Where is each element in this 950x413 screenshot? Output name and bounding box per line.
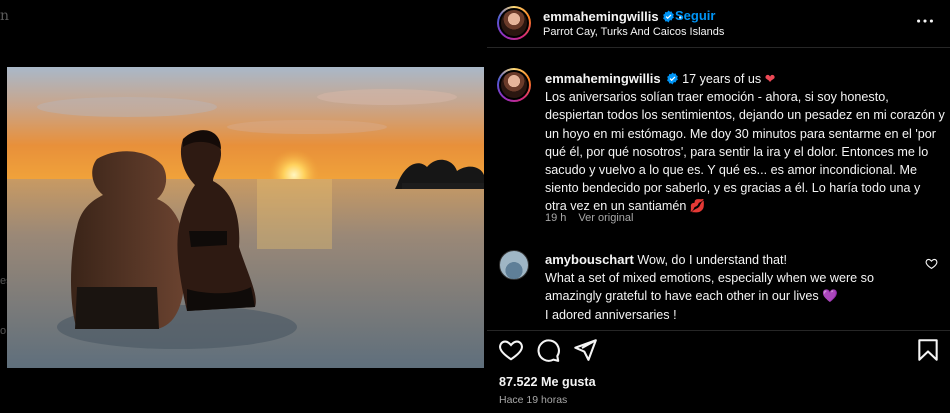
post-header: emmahemingwillis • Seguir Parrot Cay, Tur… xyxy=(487,0,950,48)
author-avatar[interactable] xyxy=(497,6,531,40)
location-link[interactable]: Parrot Cay, Turks And Caicos Islands xyxy=(543,26,724,38)
red-heart-emoji: ❤ xyxy=(764,72,776,86)
likes-count[interactable]: 87.522 Me gusta xyxy=(499,375,596,389)
post-timestamp[interactable]: Hace 19 horas xyxy=(499,394,567,406)
caption-headline: 17 years of us xyxy=(682,72,762,86)
comment-line-1: Wow, do I understand that! xyxy=(637,253,787,267)
sunset-photo-image xyxy=(7,67,484,368)
left-edge-mark-2: o xyxy=(0,325,7,337)
left-edge-glyph: n xyxy=(0,8,10,24)
post-caption: emmahemingwillis 17 years of us ❤ Los an… xyxy=(545,70,945,216)
media-area: n es o xyxy=(0,0,487,413)
see-original-button[interactable]: Ver original xyxy=(578,212,633,224)
post-details-panel: emmahemingwillis • Seguir Parrot Cay, Tur… xyxy=(487,0,950,413)
verified-badge-icon xyxy=(662,10,674,23)
kiss-emoji: 💋 xyxy=(689,199,706,214)
caption-author-avatar[interactable] xyxy=(497,68,531,102)
purple-heart-emoji: 💜 xyxy=(822,289,838,304)
comment-line-3: I adored anniversaries ! xyxy=(545,307,677,322)
commenter-avatar[interactable] xyxy=(499,250,529,280)
share-icon[interactable] xyxy=(572,337,598,363)
caption-text: Los aniversarios solían traer emoción - … xyxy=(545,90,945,214)
author-username[interactable]: emmahemingwillis xyxy=(543,9,659,24)
caption-username[interactable]: emmahemingwillis xyxy=(545,71,661,86)
verified-badge-icon xyxy=(666,72,678,85)
post-photo[interactable] xyxy=(7,67,484,368)
heart-icon[interactable] xyxy=(498,337,524,363)
bookmark-icon[interactable] xyxy=(915,337,941,363)
caption-time[interactable]: 19 h xyxy=(545,212,566,224)
comment-username[interactable]: amybouschart xyxy=(545,252,634,267)
follow-button[interactable]: Seguir xyxy=(675,8,715,23)
comment: amybouschart Wow, do I understand that! … xyxy=(545,251,915,324)
more-horizontal-icon[interactable] xyxy=(914,10,936,32)
post-actions-bar xyxy=(487,330,950,370)
author-row: emmahemingwillis • xyxy=(543,8,686,26)
comment-like-heart-icon[interactable] xyxy=(925,257,938,270)
comment-icon[interactable] xyxy=(535,337,561,363)
caption-meta: 19 h Ver original xyxy=(545,212,633,224)
